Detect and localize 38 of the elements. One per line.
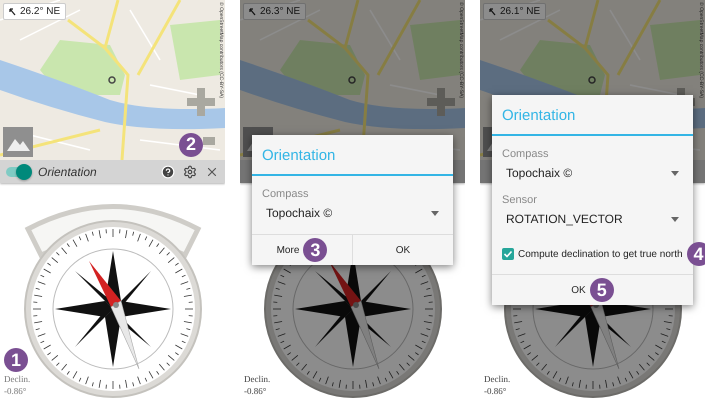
checkbox-label: Compute declination to get true north (518, 248, 683, 260)
dialog-button[interactable]: OK 5 (492, 275, 693, 305)
step-number-badge: 1 (4, 348, 28, 372)
caret-icon (671, 170, 679, 176)
declination-value: -0.86° (244, 386, 266, 396)
zoom-in-icon[interactable] (427, 88, 455, 116)
heading-badge: 26.3° NE (243, 3, 306, 20)
arrow-icon (489, 8, 496, 16)
dropdown[interactable]: ROTATION_VECTOR (502, 210, 683, 232)
declination-label: Declin. (4, 374, 30, 384)
dropdown[interactable]: Topochaix © (502, 164, 683, 186)
heading-badge: 26.1° NE (483, 3, 546, 20)
dropdown[interactable]: Topochaix © (262, 204, 443, 226)
arrow-icon (9, 8, 16, 16)
declination-label: Declin. (244, 374, 270, 384)
dialog-button[interactable]: OK (352, 235, 453, 265)
toggle-switch[interactable] (6, 166, 30, 176)
declination-value: -0.86° (484, 386, 506, 396)
caret-icon (431, 210, 439, 216)
help-icon[interactable] (161, 164, 175, 178)
field-label: Compass (262, 188, 310, 200)
step-number-badge: 5 (590, 278, 614, 302)
declination-value: -0.86° (4, 386, 26, 396)
zoom-in-icon[interactable] (187, 88, 215, 116)
zoom-out-icon[interactable] (203, 136, 215, 146)
dialog-title: Orientation (252, 135, 453, 176)
settings-icon[interactable] (183, 164, 197, 178)
field-label: Sensor (502, 194, 538, 206)
declination-label: Declin. (484, 374, 510, 384)
arrow-icon (249, 8, 256, 16)
field-label: Compass (502, 148, 550, 160)
toolbar-title: Orientation (38, 164, 98, 178)
dialog-button[interactable]: More 3 (252, 235, 352, 265)
checkbox[interactable] (502, 248, 514, 260)
heading-badge: 26.2° NE (3, 3, 66, 20)
dialog-title: Orientation (492, 95, 693, 136)
step-number-badge: 3 (303, 238, 328, 262)
step-number-badge: 4 (686, 242, 705, 266)
